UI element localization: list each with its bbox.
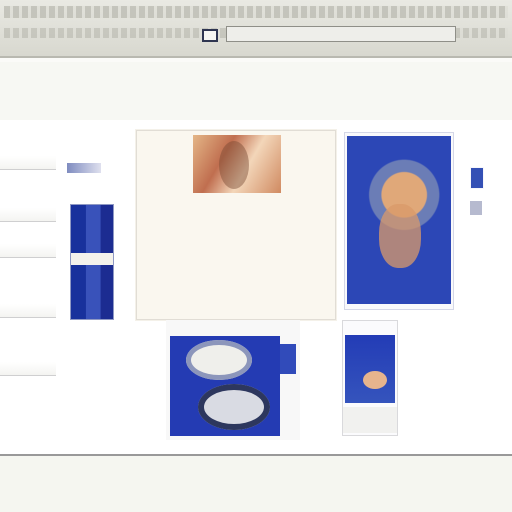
sidebar-item-3[interactable] [0, 244, 56, 258]
web-page [0, 62, 512, 454]
top-navigation [0, 62, 512, 120]
nav-link-left-a[interactable] [1, 83, 48, 97]
left-thumbnail-image[interactable] [70, 204, 114, 320]
article-photo[interactable] [193, 135, 281, 193]
sidebar-item-4[interactable] [0, 304, 56, 318]
feature-card[interactable] [344, 132, 454, 310]
product-side-tab[interactable] [280, 344, 296, 374]
footer-link[interactable] [30, 484, 48, 496]
bullet-icon [470, 201, 482, 215]
left-sidebar [0, 156, 58, 376]
address-field[interactable] [226, 26, 456, 42]
sidebar-item-2[interactable] [0, 208, 56, 222]
sidebar-item-1[interactable] [0, 156, 56, 170]
promo-caption [343, 407, 397, 433]
badge-icon[interactable] [470, 167, 484, 189]
footer-link[interactable] [91, 484, 109, 496]
product-card[interactable] [166, 320, 300, 440]
footer-link[interactable] [184, 484, 268, 496]
small-tag [67, 163, 101, 173]
promo-photo[interactable] [345, 335, 395, 403]
product-photo[interactable] [170, 336, 280, 436]
footer [0, 454, 512, 512]
nav-link-left-b[interactable] [55, 83, 102, 97]
lower-link-secondary[interactable] [0, 422, 52, 440]
article-card [136, 130, 336, 320]
window-icon [202, 29, 218, 42]
nav-link-center[interactable] [148, 85, 310, 99]
footer-link[interactable] [58, 484, 76, 496]
nav-link-right-b[interactable] [470, 85, 504, 99]
article-title[interactable] [149, 149, 185, 161]
promo-card[interactable] [342, 320, 398, 436]
browser-title-strip [4, 6, 508, 18]
sidebar-item-5[interactable] [0, 362, 56, 376]
footer-link[interactable] [122, 484, 140, 496]
nav-link-right-a[interactable] [348, 85, 456, 99]
footer-link[interactable] [366, 484, 414, 496]
feature-photo[interactable] [347, 136, 451, 304]
article-pull-quote [217, 239, 313, 251]
browser-toolbar [0, 0, 512, 58]
